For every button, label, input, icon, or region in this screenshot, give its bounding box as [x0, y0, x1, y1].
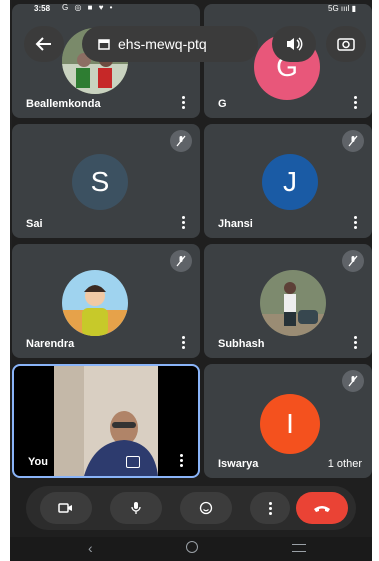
call-controls-bar — [26, 486, 356, 530]
participant-name: You — [28, 456, 48, 468]
self-view-tile[interactable]: You — [12, 364, 200, 478]
more-vertical-icon — [268, 501, 272, 515]
more-actions-button[interactable] — [250, 492, 290, 524]
more-options-icon[interactable] — [350, 336, 360, 350]
participant-name: Iswarya — [218, 458, 259, 470]
participant-tile-sai[interactable]: S Sai — [12, 124, 200, 238]
mic-off-icon — [170, 250, 192, 272]
status-time: 3:58 — [34, 4, 51, 13]
avatar — [260, 270, 326, 336]
more-options-icon[interactable] — [178, 216, 188, 230]
mic-off-icon — [342, 250, 364, 272]
meeting-code: ehs-mewq-ptq — [118, 36, 207, 52]
more-options-icon[interactable] — [176, 454, 186, 468]
mic-off-icon — [342, 130, 364, 152]
avatar-initial: J — [283, 166, 297, 197]
hang-up-icon — [314, 506, 330, 512]
audio-output-button[interactable] — [272, 26, 316, 62]
mic-off-icon — [342, 370, 364, 392]
nav-home-icon[interactable] — [186, 541, 198, 553]
back-button[interactable] — [24, 26, 64, 62]
avatar — [62, 270, 128, 336]
participant-name: Beallemkonda — [26, 98, 101, 110]
speaker-icon — [287, 37, 303, 51]
others-count-label[interactable]: 1 other — [323, 456, 366, 472]
avatar: J — [262, 154, 318, 210]
avatar-initial: S — [90, 166, 110, 197]
status-bar: 3:58 G ◎ ■ ♥ • 5G ıııl ▮ — [10, 0, 372, 18]
video-camera-icon — [58, 503, 72, 513]
meeting-code-pill[interactable]: ehs-mewq-ptq — [82, 26, 258, 62]
nav-recents-icon[interactable] — [292, 544, 306, 552]
more-options-icon[interactable] — [178, 96, 188, 110]
participant-name: Subhash — [218, 338, 265, 350]
mic-off-icon — [170, 130, 192, 152]
meet-screen: 3:58 G ◎ ■ ♥ • 5G ıııl ▮ Beallemkonda G … — [10, 0, 372, 561]
mic-toggle-button[interactable] — [110, 492, 162, 524]
participant-name: Sai — [26, 218, 43, 230]
self-video — [54, 366, 158, 476]
avatar-initial: I — [286, 408, 294, 439]
calendar-icon — [98, 39, 110, 50]
nav-back-icon[interactable]: ‹ — [88, 540, 93, 556]
status-left-icons: G ◎ ■ ♥ • — [62, 3, 115, 12]
participant-tile-subhash[interactable]: Subhash — [204, 244, 372, 358]
system-nav-bar: ‹ — [10, 537, 372, 561]
participant-tile-narendra[interactable]: Narendra — [12, 244, 200, 358]
reactions-button[interactable] — [180, 492, 232, 524]
more-options-icon[interactable] — [178, 336, 188, 350]
avatar: I — [260, 394, 320, 454]
participant-tile-iswarya[interactable]: I Iswarya 1 other — [204, 364, 372, 478]
switch-camera-button[interactable] — [326, 26, 366, 62]
participant-tile-jhansi[interactable]: J Jhansi — [204, 124, 372, 238]
more-options-icon[interactable] — [350, 216, 360, 230]
microphone-icon — [131, 502, 141, 514]
more-options-icon[interactable] — [350, 96, 360, 110]
participant-name: G — [218, 98, 227, 110]
avatar: S — [72, 154, 128, 210]
camera-toggle-button[interactable] — [40, 492, 92, 524]
meeting-top-bar: ehs-mewq-ptq — [10, 22, 372, 66]
status-right-icons: 5G ıııl ▮ — [328, 4, 356, 13]
participant-name: Jhansi — [218, 218, 253, 230]
arrow-left-icon — [35, 37, 51, 51]
end-call-button[interactable] — [296, 492, 348, 524]
effects-icon[interactable] — [126, 456, 140, 468]
participant-name: Narendra — [26, 338, 75, 350]
camera-switch-icon — [337, 38, 355, 51]
emoji-icon — [199, 501, 213, 515]
